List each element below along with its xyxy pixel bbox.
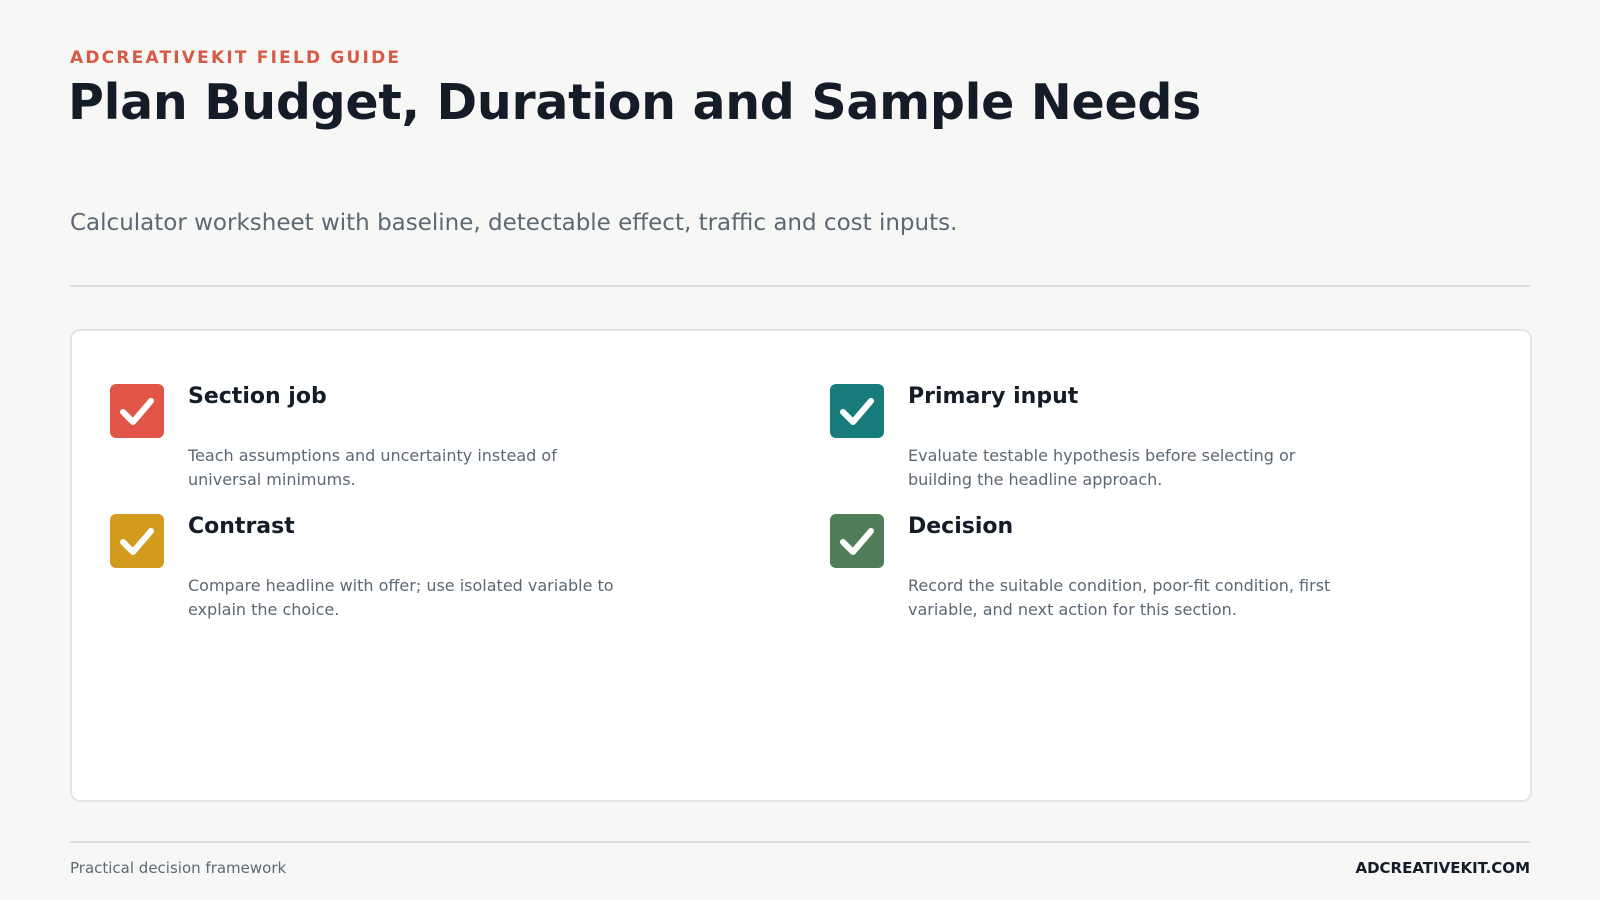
- checkbox-checked-icon[interactable]: [830, 384, 884, 438]
- page-subtitle: Calculator worksheet with baseline, dete…: [70, 210, 958, 236]
- top-divider: [70, 285, 1530, 287]
- item-description: Compare headline with offer; use isolate…: [188, 576, 614, 619]
- item-description: Teach assumptions and uncertainty instea…: [188, 446, 557, 489]
- eyebrow-label: ADCREATIVEKIT FIELD GUIDE: [70, 48, 402, 68]
- checklist-card: Section job Teach assumptions and uncert…: [70, 329, 1532, 802]
- item-title: Decision: [908, 514, 1014, 539]
- item-title: Primary input: [908, 384, 1079, 409]
- checkbox-checked-icon[interactable]: [110, 384, 164, 438]
- item-title: Contrast: [188, 514, 295, 539]
- checkbox-checked-icon[interactable]: [110, 514, 164, 568]
- item-title: Section job: [188, 384, 327, 409]
- footer-tagline: Practical decision framework: [70, 859, 287, 877]
- checkbox-checked-icon[interactable]: [830, 514, 884, 568]
- item-description: Record the suitable condition, poor-fit …: [908, 576, 1331, 619]
- bottom-divider: [70, 841, 1530, 843]
- footer-site-link[interactable]: ADCREATIVEKIT.COM: [1355, 859, 1530, 877]
- item-description: Evaluate testable hypothesis before sele…: [908, 446, 1296, 489]
- page-title: Plan Budget, Duration and Sample Needs: [68, 74, 1202, 131]
